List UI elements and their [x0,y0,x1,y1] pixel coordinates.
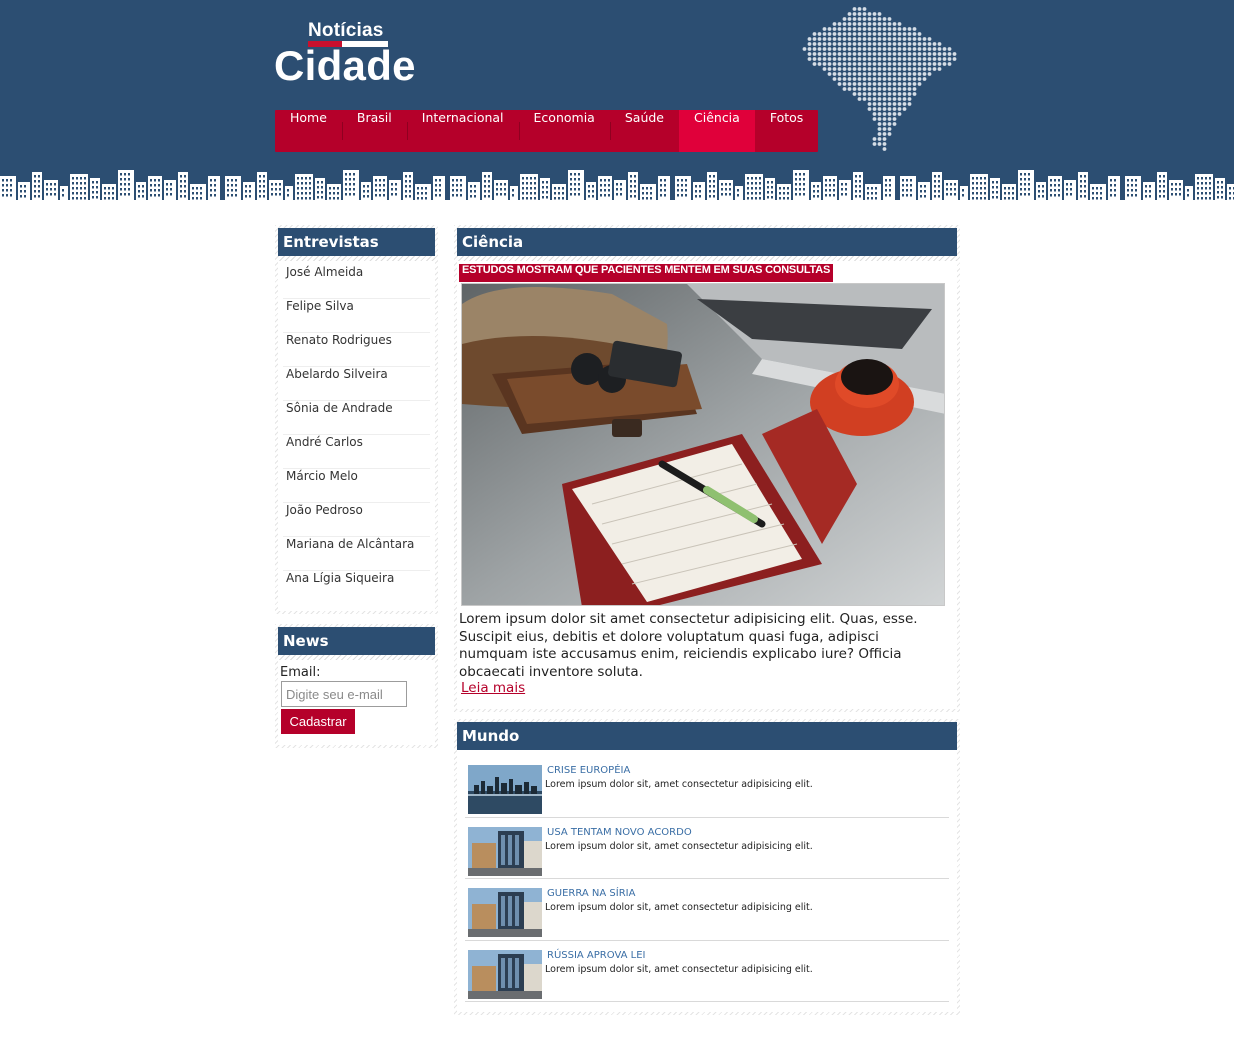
world-news-title[interactable]: CRISE EUROPÉIA [547,765,630,776]
world-news-title[interactable]: RÚSSIA APROVA LEI [547,950,646,961]
interviews-panel: Entrevistas José Almeida Felipe Silva Re… [275,225,438,614]
site-header: Notícias Cidade Home Brasil Internaciona… [0,0,1234,212]
logo-subtitle: Notícias [308,20,384,41]
subscribe-button[interactable]: Cadastrar [281,709,355,734]
interview-link[interactable]: Mariana de Alcântara [283,537,430,571]
list-item[interactable]: USA TENTAM NOVO ACORDO Lorem ipsum dolor… [465,818,949,879]
list-item[interactable]: GUERRA NA SÍRIA Lorem ipsum dolor sit, a… [465,879,949,941]
news-thumbnail[interactable] [468,949,542,999]
building-thumbnail [468,826,542,876]
article-body: Lorem ipsum dolor sit amet consectetur a… [459,611,918,680]
city-skyline-image [0,170,1234,212]
building-thumbnail [468,888,542,937]
nav-item-fotos[interactable]: Fotos [755,110,818,152]
interview-link[interactable]: Abelardo Silveira [283,367,430,401]
nav-item-ciencia[interactable]: Ciência [679,110,755,152]
site-logo[interactable]: Notícias Cidade [274,18,419,90]
world-news-description: Lorem ipsum dolor sit, amet consectetur … [545,779,813,790]
news-thumbnail[interactable] [468,826,542,876]
nav-item-internacional[interactable]: Internacional [406,110,519,152]
title-divider [278,655,435,660]
desk-photo-image [462,284,944,605]
interviews-list: José Almeida Felipe Silva Renato Rodrigu… [278,261,435,605]
science-title: Ciência [457,228,957,256]
nav-item-saude[interactable]: Saúde [609,110,679,152]
read-more-link[interactable]: Leia mais [461,680,525,696]
nav-item-economia[interactable]: Economia [518,110,610,152]
interviews-title: Entrevistas [278,228,435,256]
interview-link[interactable]: Sônia de Andrade [283,401,430,435]
interview-link[interactable]: Felipe Silva [283,299,430,333]
brazil-map-icon [802,7,957,151]
science-panel: Ciência ESTUDOS MOSTRAM QUE PACIENTES ME… [454,225,960,712]
list-item[interactable]: CRISE EUROPÉIA Lorem ipsum dolor sit, am… [465,756,949,818]
nav-item-home[interactable]: Home [275,110,342,152]
list-item[interactable]: RÚSSIA APROVA LEI Lorem ipsum dolor sit,… [465,941,949,1002]
city-skyline-thumbnail [468,765,542,814]
interview-link[interactable]: Márcio Melo [283,469,430,503]
world-news-description: Lorem ipsum dolor sit, amet consectetur … [545,902,813,913]
title-divider [457,256,957,261]
world-news-title[interactable]: GUERRA NA SÍRIA [547,888,635,899]
newsletter-title: News [278,627,435,655]
world-news-description: Lorem ipsum dolor sit, amet consectetur … [545,963,813,975]
interview-link[interactable]: Renato Rodrigues [283,333,430,367]
email-field[interactable] [281,681,407,707]
headline-banner[interactable]: ESTUDOS MOSTRAM QUE PACIENTES MENTEM EM … [459,264,834,282]
main-nav: Home Brasil Internacional Economia Saúde… [275,110,819,152]
world-title: Mundo [457,722,957,750]
interview-link[interactable]: João Pedroso [283,503,430,537]
building-thumbnail [468,949,542,999]
email-label: Email: [280,665,321,680]
world-news-title[interactable]: USA TENTAM NOVO ACORDO [547,827,692,838]
interview-link[interactable]: Ana Lígia Siqueira [283,571,430,605]
newsletter-panel: News Email: Cadastrar [275,624,438,748]
nav-item-brasil[interactable]: Brasil [341,110,407,152]
world-news-description: Lorem ipsum dolor sit, amet consectetur … [545,840,813,852]
logo-title: Cidade [274,42,416,89]
article-photo[interactable] [461,283,945,606]
news-thumbnail[interactable] [468,888,542,937]
world-news-list: CRISE EUROPÉIA Lorem ipsum dolor sit, am… [465,756,949,1002]
world-panel: Mundo CRISE EUROPÉIA Lorem ipsum dolor s… [454,719,960,1015]
interview-link[interactable]: André Carlos [283,435,430,469]
interview-link[interactable]: José Almeida [283,265,430,299]
news-thumbnail[interactable] [468,765,542,814]
